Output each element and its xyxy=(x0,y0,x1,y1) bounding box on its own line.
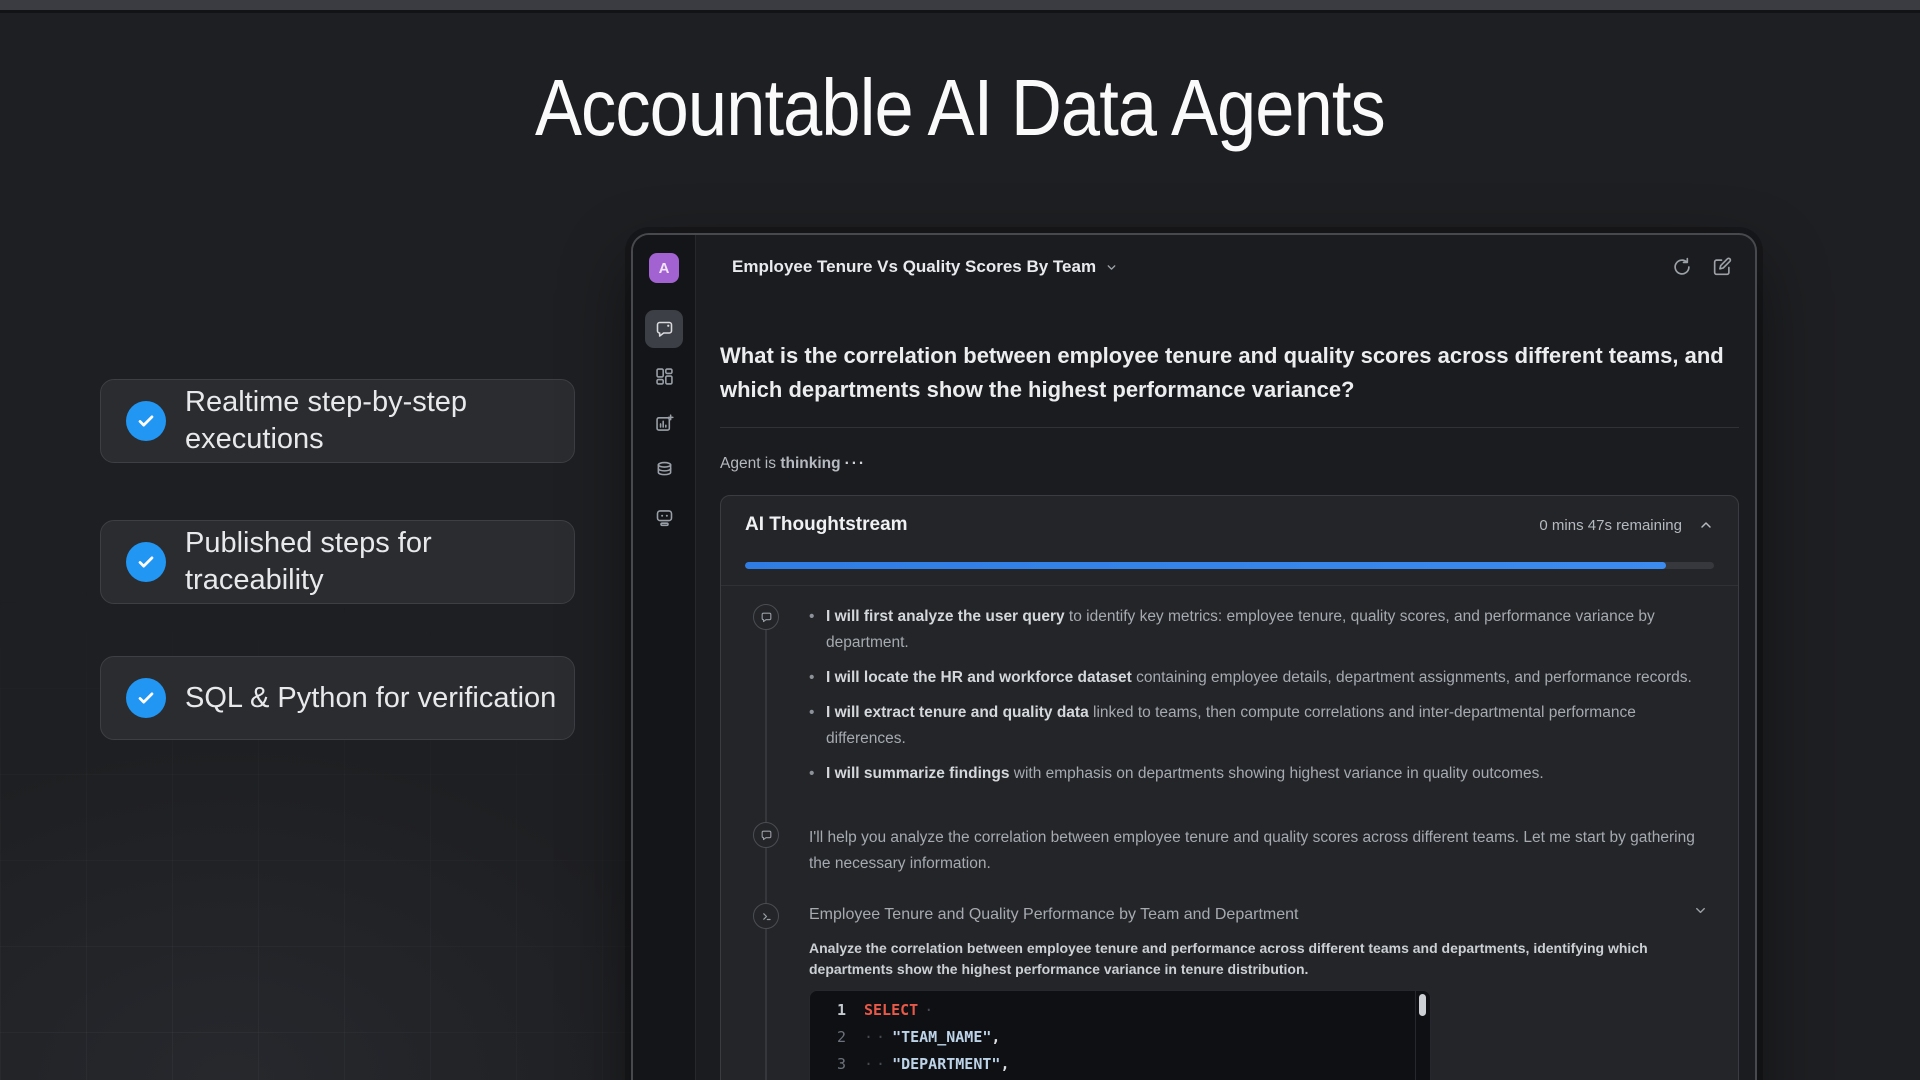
timeline-step-plan: I will first analyze the user query to i… xyxy=(745,604,1714,796)
list-item: I will first analyze the user query to i… xyxy=(809,604,1710,656)
check-circle-icon xyxy=(126,542,166,582)
timeline-step-message: I'll help you analyze the correlation be… xyxy=(745,822,1714,877)
thoughtstream-header: AI Thoughtstream 0 mins 47s remaining xyxy=(721,496,1738,536)
sidebar-item-chat[interactable] xyxy=(645,310,683,348)
terminal-icon xyxy=(753,903,779,929)
divider xyxy=(720,427,1739,428)
sidebar-item-dashboards[interactable] xyxy=(645,357,683,395)
thread-title: Employee Tenure Vs Quality Scores By Tea… xyxy=(732,257,1096,277)
progress-bar xyxy=(745,562,1714,569)
scrollbar-track xyxy=(1415,991,1416,1080)
agent-status: Agent is thinking··· xyxy=(720,455,1739,473)
chat-icon xyxy=(654,319,675,340)
chevron-down-icon xyxy=(1105,261,1118,274)
chevron-down-icon[interactable] xyxy=(1693,903,1708,918)
edit-icon[interactable] xyxy=(1711,256,1733,278)
bot-icon xyxy=(654,507,675,528)
feature-label: Published steps for traceability xyxy=(185,525,574,599)
list-item: I will summarize findings with emphasis … xyxy=(809,761,1710,787)
chevron-up-icon[interactable] xyxy=(1698,517,1714,533)
plan-bullet-list: I will first analyze the user query to i… xyxy=(809,604,1710,787)
time-remaining: 0 mins 47s remaining xyxy=(1539,517,1682,534)
feature-card-realtime: Realtime step-by-step executions xyxy=(100,379,575,463)
feature-label: SQL & Python for verification xyxy=(185,680,556,717)
task-description: Analyze the correlation between employee… xyxy=(809,938,1710,980)
thoughtstream-body: I will first analyze the user query to i… xyxy=(721,586,1738,1080)
code-line: 1 SELECT· xyxy=(810,997,1430,1024)
top-band xyxy=(0,0,1920,13)
chat-icon xyxy=(753,604,779,630)
user-question: What is the correlation between employee… xyxy=(720,339,1739,407)
feature-label: Realtime step-by-step executions xyxy=(185,384,574,458)
task-header[interactable]: Employee Tenure and Quality Performance … xyxy=(809,903,1710,924)
sidebar: A xyxy=(633,235,696,1080)
timeline-step-task: Employee Tenure and Quality Performance … xyxy=(745,903,1714,1080)
agent-message: I'll help you analyze the correlation be… xyxy=(809,825,1710,877)
code-line: 2 ··"TEAM_NAME", xyxy=(810,1024,1430,1051)
thoughtstream-panel: AI Thoughtstream 0 mins 47s remaining xyxy=(720,495,1739,1080)
code-line: 3 ··"DEPARTMENT", xyxy=(810,1051,1430,1078)
app-window: A xyxy=(631,233,1757,1080)
refresh-icon[interactable] xyxy=(1671,256,1693,278)
page: Accountable AI Data Agents Realtime step… xyxy=(0,0,1920,1080)
chart-add-icon xyxy=(654,413,675,434)
sidebar-item-new-chart[interactable] xyxy=(645,404,683,442)
page-title: Accountable AI Data Agents xyxy=(0,66,1920,150)
list-item: I will extract tenure and quality data l… xyxy=(809,700,1710,752)
header-actions xyxy=(1671,256,1733,278)
main-content: Employee Tenure Vs Quality Scores By Tea… xyxy=(696,235,1755,1080)
database-icon xyxy=(654,460,675,481)
thread-title-dropdown[interactable]: Employee Tenure Vs Quality Scores By Tea… xyxy=(732,257,1118,277)
sidebar-item-agents[interactable] xyxy=(645,498,683,536)
feature-card-published: Published steps for traceability xyxy=(100,520,575,604)
app-logo[interactable]: A xyxy=(649,253,679,283)
window-header: Employee Tenure Vs Quality Scores By Tea… xyxy=(720,235,1739,299)
list-item: I will locate the HR and workforce datas… xyxy=(809,665,1710,691)
progress-fill xyxy=(745,562,1666,569)
thoughtstream-title: AI Thoughtstream xyxy=(745,514,908,536)
thinking-dots: ··· xyxy=(845,455,867,472)
dashboard-grid-icon xyxy=(654,366,675,387)
check-circle-icon xyxy=(126,678,166,718)
sql-code-block: 1 SELECT· 2 ··"TEAM_NAME", 3 ··"DEPARTME… xyxy=(809,990,1431,1080)
feature-card-sql-python: SQL & Python for verification xyxy=(100,656,575,740)
sidebar-item-datasets[interactable] xyxy=(645,451,683,489)
scrollbar-thumb[interactable] xyxy=(1419,994,1426,1016)
chat-icon xyxy=(753,822,779,848)
task-title: Employee Tenure and Quality Performance … xyxy=(809,906,1298,924)
check-circle-icon xyxy=(126,401,166,441)
